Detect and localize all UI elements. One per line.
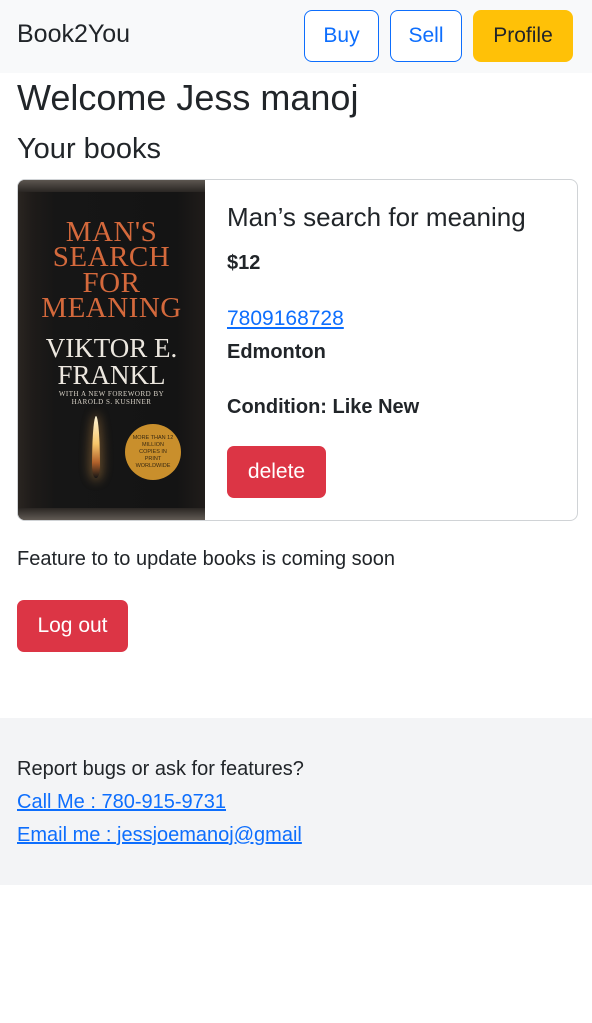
- buy-button[interactable]: Buy: [304, 10, 379, 62]
- update-feature-notice: Feature to to update books is coming soo…: [17, 548, 396, 570]
- cover-foreword-line: WITH A NEW FOREWORD BY: [58, 390, 165, 398]
- book-city: Edmonton: [227, 341, 326, 363]
- navbar: Book2You Buy Sell Profile: [0, 0, 592, 73]
- book-title: Man’s search for meaning: [227, 202, 526, 232]
- brand-link[interactable]: Book2You: [17, 20, 130, 49]
- copies-seal: MORE THAN 12 MILLION COPIES IN PRINT WOR…: [125, 424, 181, 480]
- cover-foreword-line: HAROLD S. KUSHNER: [71, 398, 152, 406]
- cover-author-line: FRANKL: [57, 360, 166, 390]
- footer: Report bugs or ask for features? Call Me…: [0, 718, 592, 885]
- candle-flame-icon: [92, 416, 100, 478]
- delete-button[interactable]: delete: [227, 446, 326, 498]
- call-me-link[interactable]: Call Me : 780-915-9731: [17, 791, 226, 814]
- cover-author-line: VIKTOR E.: [45, 333, 178, 363]
- book-price: $12: [227, 252, 261, 274]
- cover-title-line: MEANING: [41, 292, 182, 324]
- seller-phone-link[interactable]: 7809168728: [227, 307, 344, 331]
- footer-question: Report bugs or ask for features?: [17, 758, 304, 780]
- book-card: MAN'S SEARCH FOR MEANING VIKTOR E. FRANK…: [17, 179, 578, 521]
- sell-button[interactable]: Sell: [390, 10, 462, 62]
- email-me-link[interactable]: Email me : jessjoemanoj@gmail: [17, 824, 302, 847]
- book-cover-image: MAN'S SEARCH FOR MEANING VIKTOR E. FRANK…: [18, 180, 205, 520]
- logout-button[interactable]: Log out: [17, 600, 128, 652]
- profile-button[interactable]: Profile: [473, 10, 573, 62]
- your-books-heading: Your books: [17, 133, 162, 165]
- welcome-heading: Welcome Jess manoj: [17, 77, 359, 118]
- book-condition: Condition: Like New: [227, 396, 420, 418]
